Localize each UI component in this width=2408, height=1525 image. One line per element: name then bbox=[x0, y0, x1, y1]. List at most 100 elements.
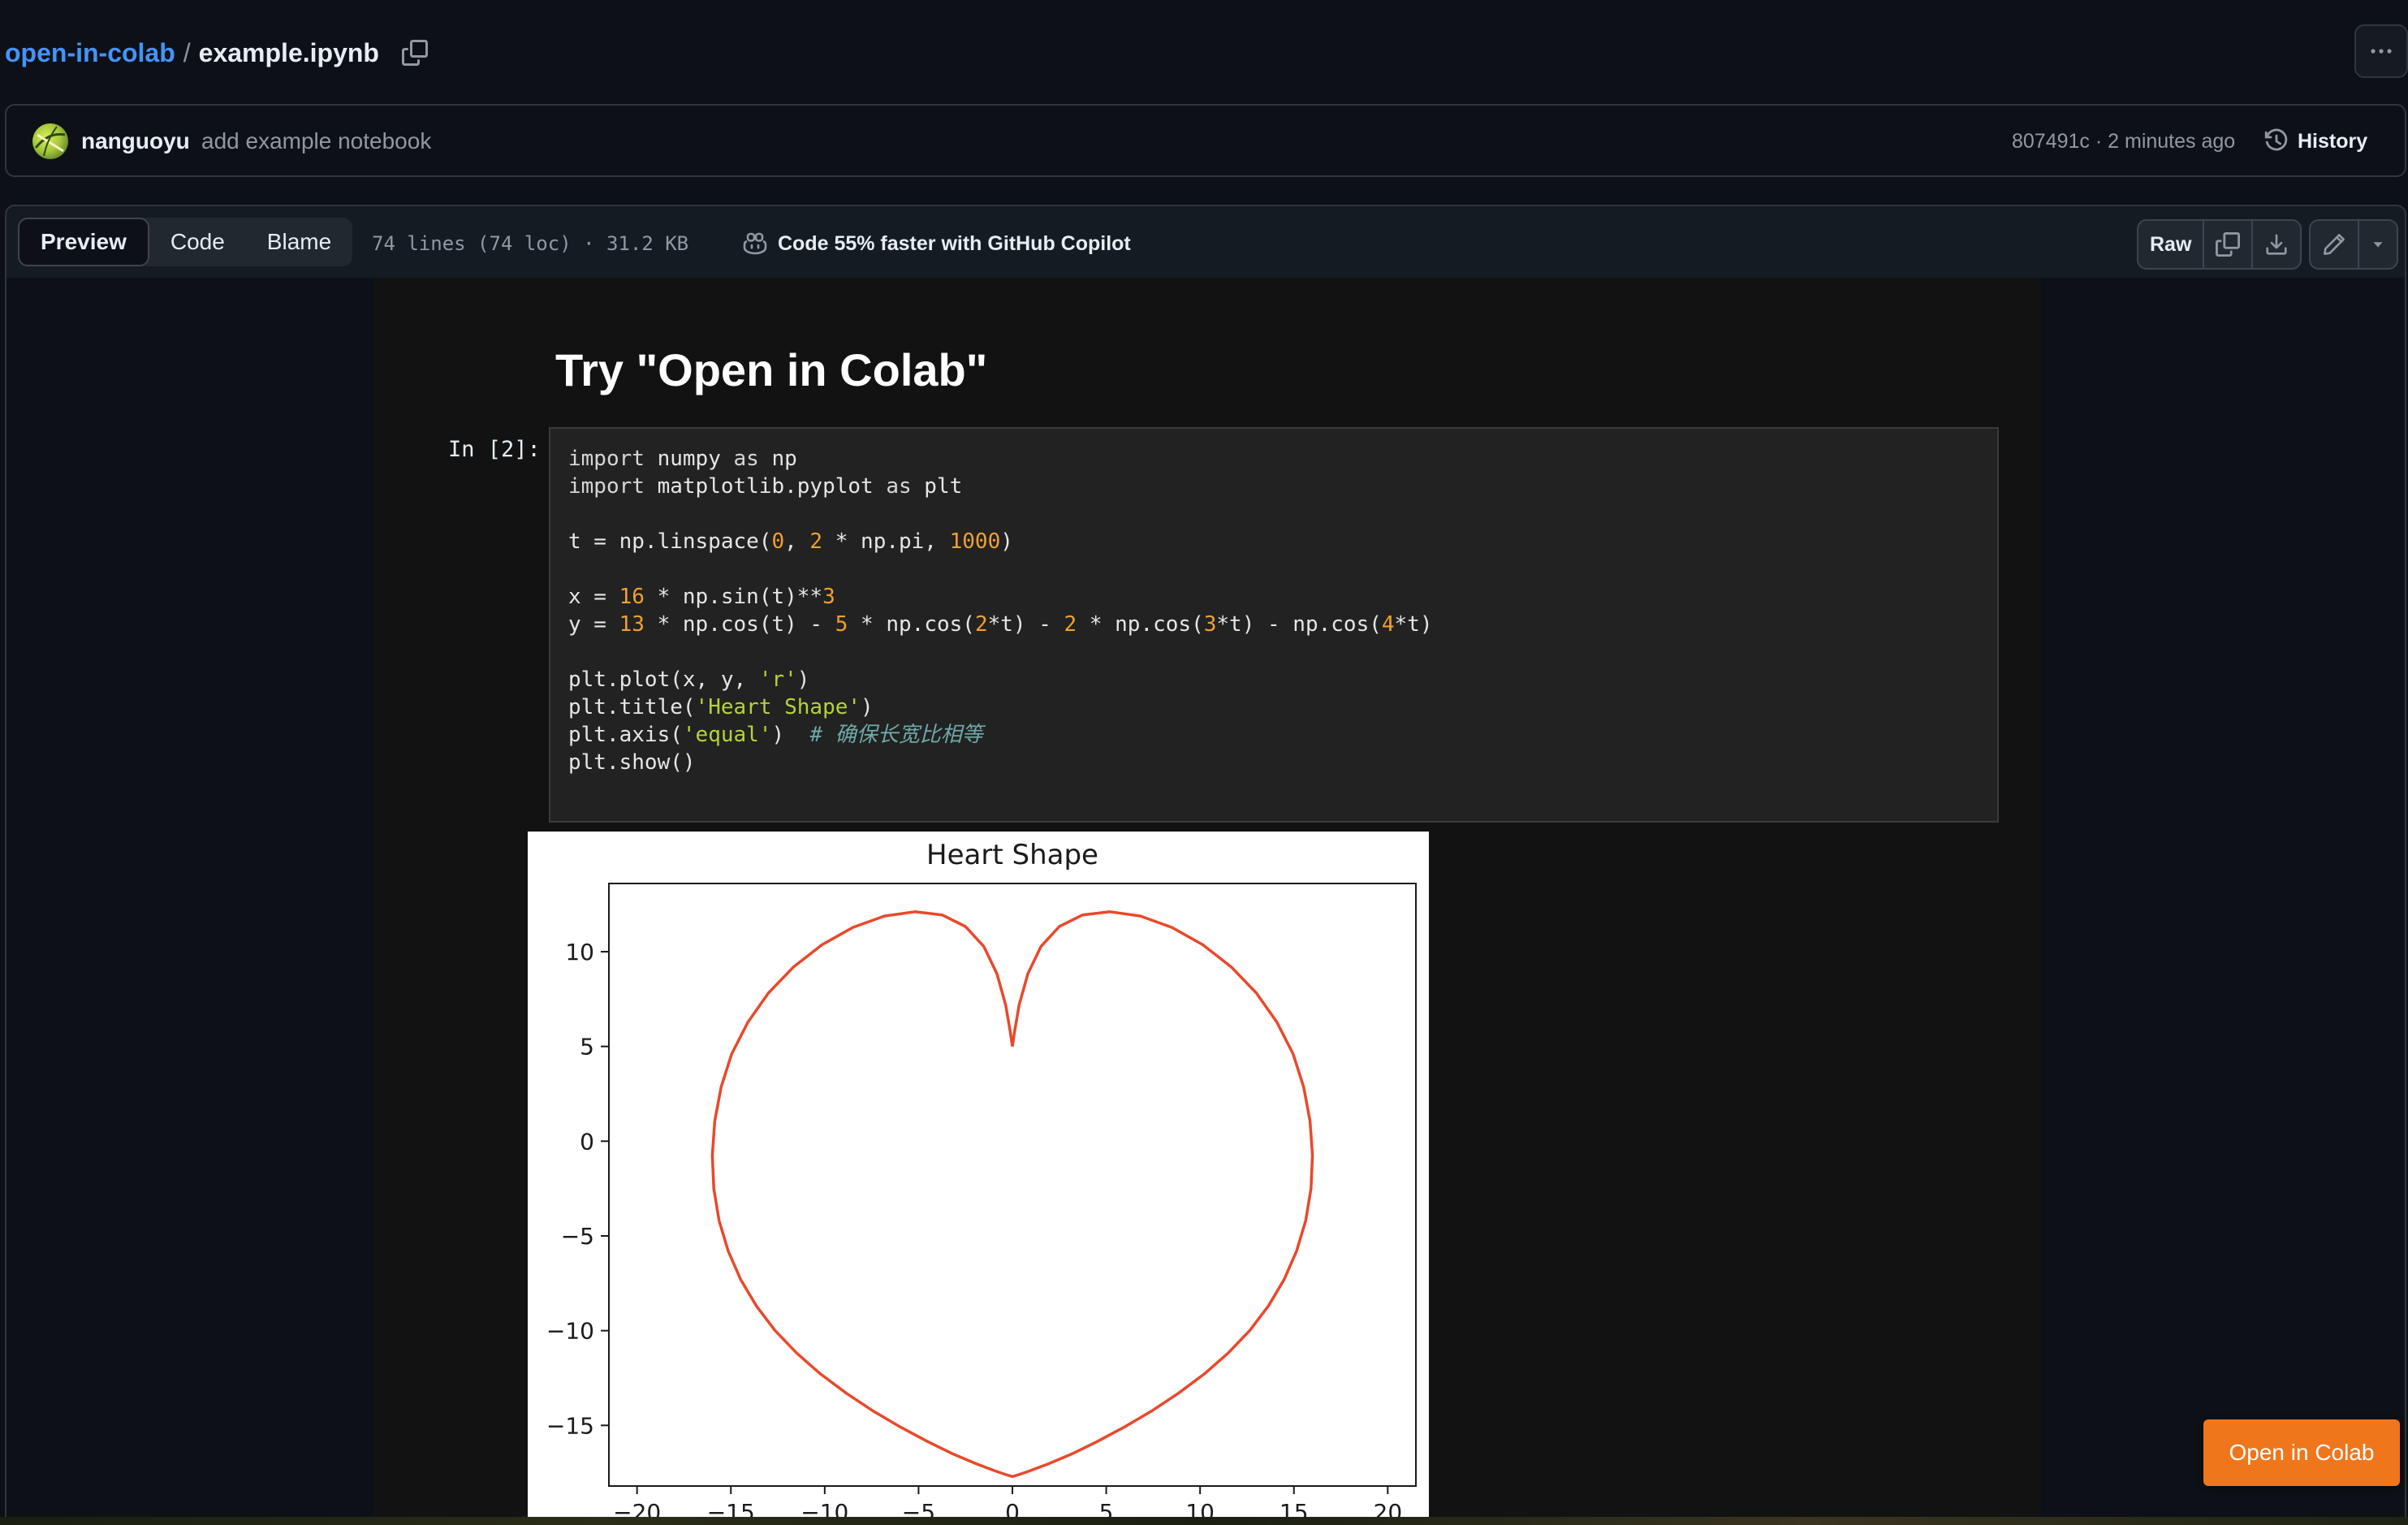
edit-options-dropdown[interactable] bbox=[2359, 221, 2397, 268]
y-tick-label: −5 bbox=[561, 1223, 594, 1250]
copy-path-button[interactable] bbox=[401, 40, 428, 66]
pencil-icon bbox=[2324, 234, 2345, 255]
code-token: 3 bbox=[1203, 612, 1217, 637]
latest-commit-bar: nanguoyu add example notebook 807491c · … bbox=[5, 104, 2406, 177]
code-token: * np.sin(t)** bbox=[644, 585, 823, 609]
code-token: as bbox=[886, 474, 912, 499]
triangle-down-icon bbox=[2373, 242, 2383, 248]
code-token: 2 bbox=[1064, 612, 1077, 637]
copy-icon bbox=[401, 40, 428, 66]
code-token: ) bbox=[1000, 529, 1013, 554]
code-token: 5 bbox=[835, 612, 848, 637]
code-line: y = 13 * np.cos(t) - 5 * np.cos(2*t) - 2… bbox=[568, 611, 1433, 638]
y-tick-label: 10 bbox=[565, 939, 594, 966]
code-line: x = 16 * np.sin(t)**3 bbox=[568, 583, 1433, 611]
code-token: *t) - bbox=[987, 612, 1064, 637]
code-token: t = np.linspace( bbox=[568, 529, 772, 554]
code-token: import bbox=[568, 474, 645, 499]
commit-author[interactable]: nanguoyu bbox=[81, 125, 190, 158]
breadcrumb-separator: / bbox=[183, 37, 191, 67]
code-line: plt.title('Heart Shape') bbox=[568, 693, 1433, 721]
copilot-icon bbox=[743, 232, 767, 255]
history-label: History bbox=[2298, 129, 2368, 153]
code-token: import bbox=[568, 447, 645, 471]
breadcrumb-repo-link[interactable]: open-in-colab bbox=[5, 38, 175, 68]
breadcrumb-file-name: example.ipynb bbox=[198, 37, 379, 67]
code-token: *t) - np.cos( bbox=[1216, 612, 1382, 637]
code-token: # 确保长宽比相等 bbox=[809, 723, 983, 747]
code-token: 'r' bbox=[758, 667, 797, 692]
code-token: plt.title( bbox=[568, 695, 696, 719]
edit-file-button[interactable] bbox=[2311, 221, 2359, 268]
download-icon bbox=[2266, 234, 2287, 255]
code-token: plt.plot(x, y, bbox=[568, 667, 759, 692]
notebook-heading: Try "Open in Colab" bbox=[555, 344, 988, 395]
file-header: Preview Code Blame 74 lines (74 loc) · 3… bbox=[5, 205, 2406, 279]
code-token: 0 bbox=[771, 529, 785, 554]
view-tabs: Preview Code Blame bbox=[18, 218, 353, 266]
download-raw-button[interactable] bbox=[2253, 221, 2300, 268]
copilot-promo-text: Code 55% faster with GitHub Copilot bbox=[778, 232, 1131, 255]
code-token: 3 bbox=[822, 585, 835, 609]
plot-frame bbox=[608, 883, 1417, 1487]
commit-meta[interactable]: 807491c · 2 minutes ago bbox=[2012, 125, 2235, 158]
chart-title: Heart Shape bbox=[926, 839, 1098, 871]
code-line: import matplotlib.pyplot as plt bbox=[568, 473, 1433, 500]
code-block: import numpy as np import matplotlib.pypl… bbox=[568, 445, 1433, 776]
code-line: plt.axis('equal') # 确保长宽比相等 bbox=[568, 721, 1433, 749]
code-token: 2 bbox=[974, 612, 988, 637]
tab-blame[interactable]: Blame bbox=[246, 218, 352, 266]
y-tick-label: −10 bbox=[546, 1318, 594, 1345]
code-token: 16 bbox=[619, 585, 645, 609]
tab-code[interactable]: Code bbox=[149, 218, 246, 266]
code-line: t = np.linspace(0, 2 * np.pi, 1000) bbox=[568, 528, 1433, 555]
copilot-promo-link[interactable]: Code 55% faster with GitHub Copilot bbox=[742, 227, 1131, 260]
open-in-colab-button[interactable]: Open in Colab bbox=[2203, 1419, 2400, 1486]
avatar-image bbox=[34, 126, 66, 157]
code-token: ) bbox=[861, 695, 874, 719]
background-strip bbox=[0, 1517, 2408, 1525]
code-cell: import numpy as np import matplotlib.pypl… bbox=[549, 427, 1999, 823]
code-token: matplotlib.pyplot bbox=[644, 474, 887, 499]
avatar[interactable] bbox=[32, 123, 68, 159]
code-token: , bbox=[784, 529, 810, 554]
commit-message[interactable]: add example notebook bbox=[201, 125, 431, 158]
y-tick-label: −15 bbox=[546, 1412, 594, 1439]
raw-button[interactable]: Raw bbox=[2138, 221, 2205, 268]
code-token: *t) bbox=[1394, 612, 1433, 637]
code-token: 'equal' bbox=[682, 723, 772, 747]
code-token: 2 bbox=[809, 529, 823, 554]
history-clock-icon bbox=[2264, 128, 2288, 151]
raw-actions-group: Raw bbox=[2137, 219, 2302, 270]
code-token: ) bbox=[796, 667, 810, 692]
code-token: x = bbox=[568, 585, 619, 609]
code-token: * np.cos(t) - bbox=[644, 612, 835, 637]
kebab-horizontal-icon bbox=[2371, 49, 2392, 54]
code-token: plt.show() bbox=[568, 750, 696, 775]
code-token: np bbox=[758, 447, 797, 471]
history-button[interactable]: History bbox=[2263, 122, 2367, 161]
code-token: numpy bbox=[644, 447, 734, 471]
code-line: plt.show() bbox=[568, 749, 1433, 776]
heart-shape-chart: Heart Shape−20 −15 −10 −5 0 5 10 15 20−15−10−505… bbox=[546, 839, 1417, 1525]
edit-actions-group bbox=[2309, 219, 2398, 270]
copy-raw-button[interactable] bbox=[2204, 221, 2254, 268]
copy-icon bbox=[2216, 232, 2241, 257]
y-tick-label: 5 bbox=[580, 1034, 594, 1061]
code-token: ) bbox=[771, 723, 810, 747]
code-token: 'Heart Shape' bbox=[695, 695, 861, 719]
code-line: import numpy as np bbox=[568, 445, 1433, 473]
series-line bbox=[710, 910, 1314, 1479]
more-options-button[interactable] bbox=[2354, 24, 2408, 78]
cell-output-plot: Heart Shape −20 −15 −10 −5 0 5 10 15 20 −15 −10 −5 0 5… bbox=[528, 832, 1429, 1525]
code-token: * np.cos( bbox=[1077, 612, 1204, 637]
y-tick-label: 0 bbox=[580, 1128, 594, 1155]
code-token: plt bbox=[911, 474, 963, 499]
cell-input-prompt: In [2]: bbox=[448, 437, 541, 462]
tab-preview[interactable]: Preview bbox=[18, 218, 149, 266]
breadcrumb: open-in-colab / example.ipynb bbox=[5, 32, 428, 73]
code-line: plt.plot(x, y, 'r') bbox=[568, 666, 1433, 693]
